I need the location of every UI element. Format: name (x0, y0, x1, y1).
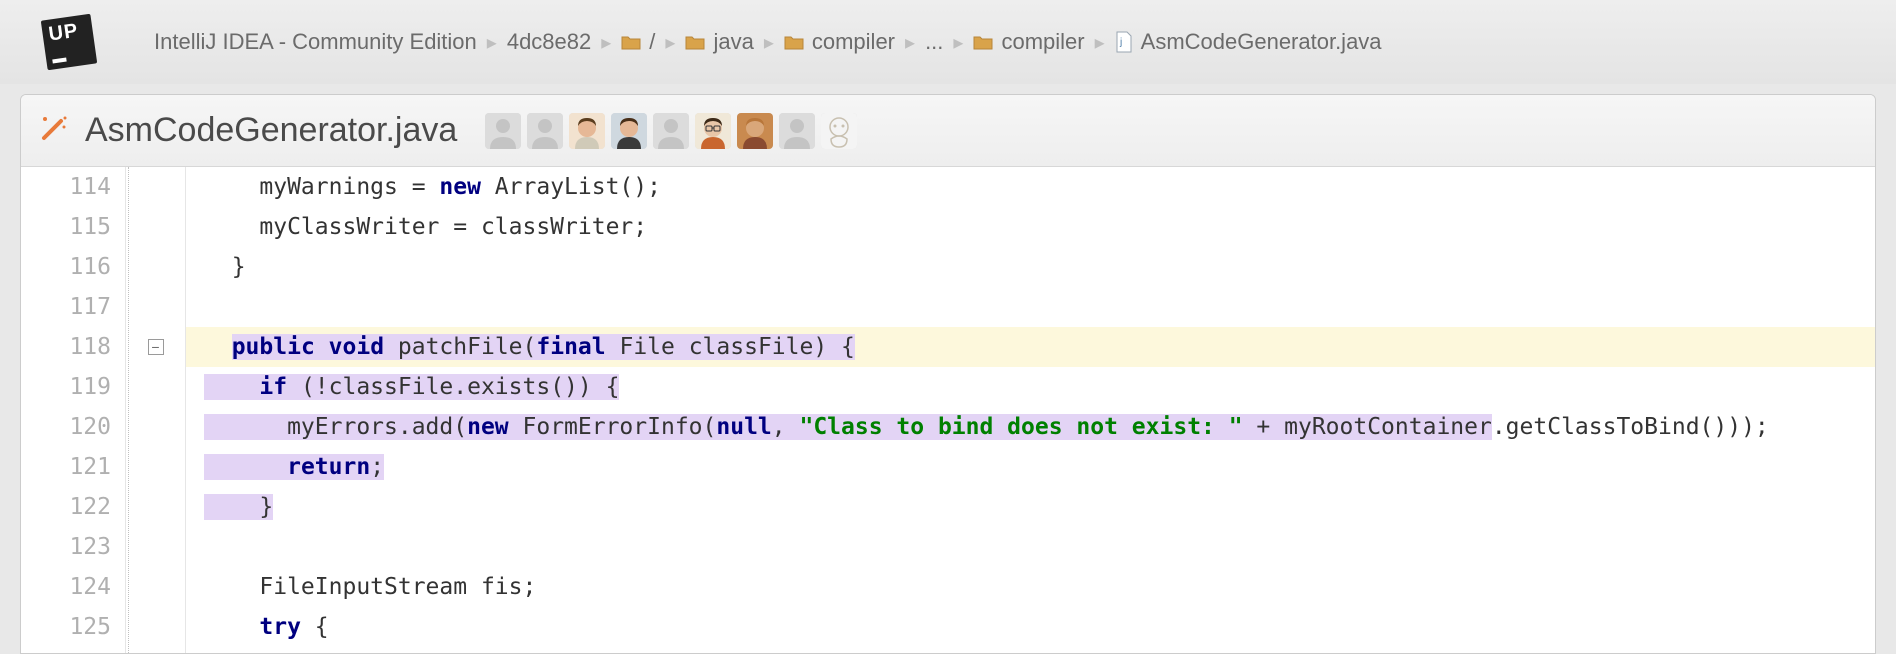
chevron-right-icon: ▸ (601, 30, 611, 55)
avatar-contributor-4[interactable] (611, 113, 647, 149)
breadcrumb-app[interactable]: IntelliJ IDEA - Community Edition (154, 29, 477, 55)
code-line[interactable]: } (186, 487, 1875, 527)
line-number: 125 (21, 607, 125, 647)
fold-cell (126, 447, 185, 487)
file-title: AsmCodeGenerator.java (85, 111, 457, 150)
fold-cell (126, 367, 185, 407)
avatar-contributor-1[interactable] (485, 113, 521, 149)
fold-cell (126, 407, 185, 447)
fold-cell (126, 167, 185, 207)
code-area[interactable]: myWarnings = new ArrayList(); myClassWri… (186, 167, 1875, 654)
breadcrumb-commit[interactable]: 4dc8e82 (507, 29, 591, 55)
fold-toggle[interactable]: − (148, 339, 164, 355)
breadcrumb-file[interactable]: AsmCodeGenerator.java (1141, 29, 1382, 55)
contributor-avatars (485, 113, 857, 149)
code-line[interactable] (186, 287, 1875, 327)
top-bar: IntelliJ IDEA - Community Edition ▸ 4dc8… (0, 0, 1896, 84)
fold-cell (126, 527, 185, 567)
fold-cell (126, 207, 185, 247)
line-number: 121 (21, 447, 125, 487)
line-number: 124 (21, 567, 125, 607)
folder-icon (784, 34, 804, 50)
code-line[interactable]: myErrors.add(new FormErrorInfo(null, "Cl… (186, 407, 1875, 447)
fold-cell (126, 247, 185, 287)
line-number: 119 (21, 367, 125, 407)
line-number: 118 (21, 327, 125, 367)
avatar-contributor-8[interactable] (779, 113, 815, 149)
folder-icon (973, 34, 993, 50)
code-line[interactable]: FileInputStream fis; (186, 567, 1875, 607)
chevron-right-icon: ▸ (1095, 30, 1105, 55)
fold-cell (126, 567, 185, 607)
java-file-icon: j (1115, 31, 1133, 53)
breadcrumb-java[interactable]: java (713, 29, 753, 55)
avatar-contributor-6[interactable] (695, 113, 731, 149)
line-number: 115 (21, 207, 125, 247)
code-line[interactable]: myClassWriter = classWriter; (186, 207, 1875, 247)
fold-cell: − (126, 327, 185, 367)
code-editor[interactable]: 114115116117118119120121122123124125 − m… (21, 167, 1875, 654)
line-number: 122 (21, 487, 125, 527)
code-line[interactable]: return; (186, 447, 1875, 487)
fold-cell (126, 287, 185, 327)
code-line[interactable]: myWarnings = new ArrayList(); (186, 167, 1875, 207)
line-number: 114 (21, 167, 125, 207)
code-line[interactable]: } (186, 247, 1875, 287)
avatar-contributor-5[interactable] (653, 113, 689, 149)
line-number: 120 (21, 407, 125, 447)
avatar-contributor-3[interactable] (569, 113, 605, 149)
chevron-right-icon: ▸ (487, 30, 497, 55)
breadcrumb-compiler[interactable]: compiler (812, 29, 895, 55)
fold-column: − (126, 167, 186, 654)
line-number-gutter: 114115116117118119120121122123124125 (21, 167, 126, 654)
avatar-contributor-7[interactable] (737, 113, 773, 149)
upsource-logo[interactable] (41, 14, 97, 70)
fold-cell (126, 487, 185, 527)
chevron-right-icon: ▸ (905, 30, 915, 55)
wand-icon (39, 113, 69, 148)
breadcrumb-ellipsis[interactable]: ... (925, 29, 943, 55)
code-line[interactable]: public void patchFile(final File classFi… (186, 327, 1875, 367)
line-number: 117 (21, 287, 125, 327)
editor-panel: AsmCodeGenerator.java 114115116117118119… (20, 94, 1876, 654)
breadcrumb-compiler2[interactable]: compiler (1001, 29, 1084, 55)
line-number: 116 (21, 247, 125, 287)
code-line[interactable]: if (!classFile.exists()) { (186, 367, 1875, 407)
line-number: 123 (21, 527, 125, 567)
avatar-contributor-9[interactable] (821, 113, 857, 149)
chevron-right-icon: ▸ (665, 30, 675, 55)
folder-icon (621, 34, 641, 50)
fold-cell (126, 607, 185, 647)
breadcrumb: IntelliJ IDEA - Community Edition ▸ 4dc8… (154, 29, 1382, 55)
chevron-right-icon: ▸ (764, 30, 774, 55)
svg-text:j: j (1119, 37, 1122, 48)
avatar-contributor-2[interactable] (527, 113, 563, 149)
chevron-right-icon: ▸ (953, 30, 963, 55)
file-header: AsmCodeGenerator.java (21, 95, 1875, 167)
code-line[interactable]: try { (186, 607, 1875, 647)
folder-icon (685, 34, 705, 50)
breadcrumb-root[interactable]: / (649, 29, 655, 55)
code-line[interactable] (186, 527, 1875, 567)
